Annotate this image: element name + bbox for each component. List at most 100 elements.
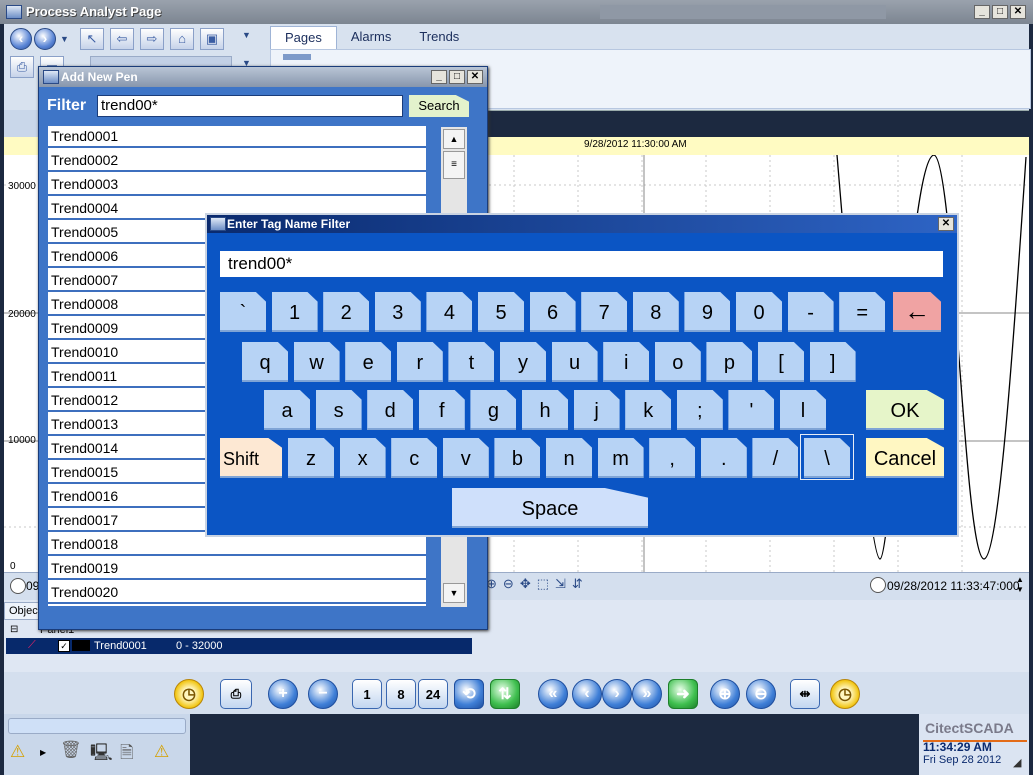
alarm-expand-icon[interactable]: ▶ xyxy=(40,748,46,757)
shift-key[interactable]: Shift xyxy=(220,438,282,478)
step-back-icon[interactable]: ‹ xyxy=(572,679,602,709)
key-3-0[interactable]: z xyxy=(288,438,334,478)
key-1-2[interactable]: e xyxy=(345,342,392,382)
page-8-button[interactable]: 8 xyxy=(386,679,416,709)
add-pen-maximize-button[interactable]: □ xyxy=(449,70,465,84)
key-2-9[interactable]: ' xyxy=(728,390,775,430)
key-1-3[interactable]: r xyxy=(396,342,443,382)
end-time-spinner[interactable]: ▲ ▼ xyxy=(1016,575,1024,595)
key-0-1[interactable]: 1 xyxy=(271,292,318,332)
tab-trends[interactable]: Trends xyxy=(405,26,473,48)
key-0-3[interactable]: 3 xyxy=(374,292,421,332)
cursor-icon[interactable]: ⇵ xyxy=(572,576,583,592)
pan-icon[interactable]: ✥ xyxy=(520,576,531,592)
key-0-12[interactable]: = xyxy=(839,292,886,332)
start-time-clock-icon[interactable] xyxy=(10,578,26,594)
zoom-box-icon[interactable]: ⬚ xyxy=(537,576,549,592)
home-icon[interactable]: ⌂ xyxy=(170,28,194,50)
key-1-8[interactable]: o xyxy=(654,342,701,382)
ok-button[interactable]: OK xyxy=(866,390,944,430)
tag-filter-input[interactable]: trend00* xyxy=(220,251,943,277)
alarm-document-icon[interactable]: 🗎 xyxy=(120,740,134,769)
add-pen-app-icon[interactable] xyxy=(43,70,59,84)
list-item[interactable]: Trend0019 xyxy=(48,558,426,580)
printer-icon[interactable]: ⎙ xyxy=(220,679,252,709)
history-dropdown-icon[interactable]: ▼ xyxy=(60,34,69,44)
tab-pages[interactable]: Pages xyxy=(270,26,337,49)
back-icon[interactable]: ‹ xyxy=(10,28,32,50)
add-pen-close-button[interactable]: ✕ xyxy=(467,70,483,84)
tree-collapse-icon[interactable]: ⊟ xyxy=(10,624,18,635)
key-2-4[interactable]: g xyxy=(470,390,517,430)
list-item[interactable]: Trend0003 xyxy=(48,174,426,196)
key-0-6[interactable]: 6 xyxy=(529,292,576,332)
toolbar-dropdown-icon[interactable]: ▼ xyxy=(242,30,251,40)
scroll-down-icon[interactable]: ▼ xyxy=(443,583,465,603)
key-1-6[interactable]: u xyxy=(551,342,598,382)
magnify-plus-icon[interactable]: ⊕ xyxy=(710,679,740,709)
forward-icon[interactable]: › xyxy=(34,28,56,50)
key-3-1[interactable]: x xyxy=(339,438,386,478)
step-forward-icon[interactable]: › xyxy=(602,679,632,709)
key-1-5[interactable]: y xyxy=(500,342,546,382)
list-item[interactable]: Trend0002 xyxy=(48,150,426,172)
key-2-5[interactable]: h xyxy=(522,390,568,430)
key-1-7[interactable]: i xyxy=(603,342,650,382)
page-1-button[interactable]: 1 xyxy=(352,679,382,709)
page-back-icon[interactable]: ⇦ xyxy=(110,28,134,50)
add-pen-minimize-button[interactable]: _ xyxy=(431,70,447,84)
key-2-0[interactable]: a xyxy=(264,390,310,430)
pen-color-swatch[interactable] xyxy=(72,640,90,651)
tab-alarms[interactable]: Alarms xyxy=(337,26,405,48)
key-2-7[interactable]: k xyxy=(625,390,672,430)
scroll-thumb[interactable]: ≡ xyxy=(443,151,465,179)
alarm-triangle-icon[interactable]: ⚠ xyxy=(154,742,169,762)
filter-input[interactable]: trend00* xyxy=(97,95,403,117)
keyboard-app-icon[interactable] xyxy=(210,217,226,231)
zoom-in-button[interactable]: + xyxy=(268,679,298,709)
axis-zoom-icon[interactable]: ⇲ xyxy=(555,576,566,592)
end-time-clock-icon[interactable] xyxy=(870,577,886,593)
key-3-8[interactable]: . xyxy=(700,438,747,478)
maximize-button[interactable]: □ xyxy=(992,5,1008,19)
key-3-9[interactable]: / xyxy=(752,438,799,478)
rewind-icon[interactable]: « xyxy=(538,679,568,709)
key-0-0[interactable]: ` xyxy=(220,292,266,332)
key-2-2[interactable]: d xyxy=(367,390,414,430)
key-0-7[interactable]: 7 xyxy=(581,292,628,332)
pointer-icon[interactable]: ↖ xyxy=(80,28,104,50)
key-1-1[interactable]: w xyxy=(293,342,340,382)
search-button[interactable]: Search xyxy=(409,95,469,117)
ribbon-icon[interactable] xyxy=(283,54,311,60)
clock-2-icon[interactable]: ◷ xyxy=(830,679,860,709)
alarm-trash-icon[interactable]: 🗑 xyxy=(60,740,82,760)
key-3-4[interactable]: b xyxy=(494,438,541,478)
key-2-3[interactable]: f xyxy=(418,390,465,430)
list-item[interactable]: Trend0018 xyxy=(48,534,426,556)
close-button[interactable]: ✕ xyxy=(1010,5,1026,19)
end-time-value[interactable]: 09/28/2012 11:33:47:000 xyxy=(887,579,1020,593)
key-1-10[interactable]: [ xyxy=(758,342,804,382)
key-0-2[interactable]: 2 xyxy=(323,292,370,332)
go-live-icon[interactable]: ➜ xyxy=(668,679,698,709)
alarm-warning-icon[interactable]: ⚠ xyxy=(10,742,25,762)
print-icon[interactable]: ⎙ xyxy=(10,56,34,78)
window-icon[interactable]: ▣ xyxy=(200,28,224,50)
cancel-button[interactable]: Cancel xyxy=(866,438,944,478)
key-1-4[interactable]: t xyxy=(448,342,495,382)
key-3-6[interactable]: m xyxy=(597,438,644,478)
key-2-1[interactable]: s xyxy=(315,390,362,430)
refresh-icon[interactable]: ⟲ xyxy=(454,679,484,709)
list-item[interactable]: Trend0001 xyxy=(48,126,426,148)
backspace-key[interactable]: ← xyxy=(893,292,941,332)
key-0-5[interactable]: 5 xyxy=(478,292,524,332)
magnify-minus-icon[interactable]: ⊖ xyxy=(746,679,776,709)
key-0-10[interactable]: 0 xyxy=(736,292,782,332)
key-3-3[interactable]: v xyxy=(442,438,489,478)
status-message-box[interactable] xyxy=(8,718,186,734)
sync-icon[interactable]: ⇅ xyxy=(490,679,520,709)
key-1-11[interactable]: ] xyxy=(809,342,856,382)
app-icon[interactable] xyxy=(6,5,22,19)
key-3-2[interactable]: c xyxy=(391,438,438,478)
key-2-8[interactable]: ; xyxy=(676,390,723,430)
